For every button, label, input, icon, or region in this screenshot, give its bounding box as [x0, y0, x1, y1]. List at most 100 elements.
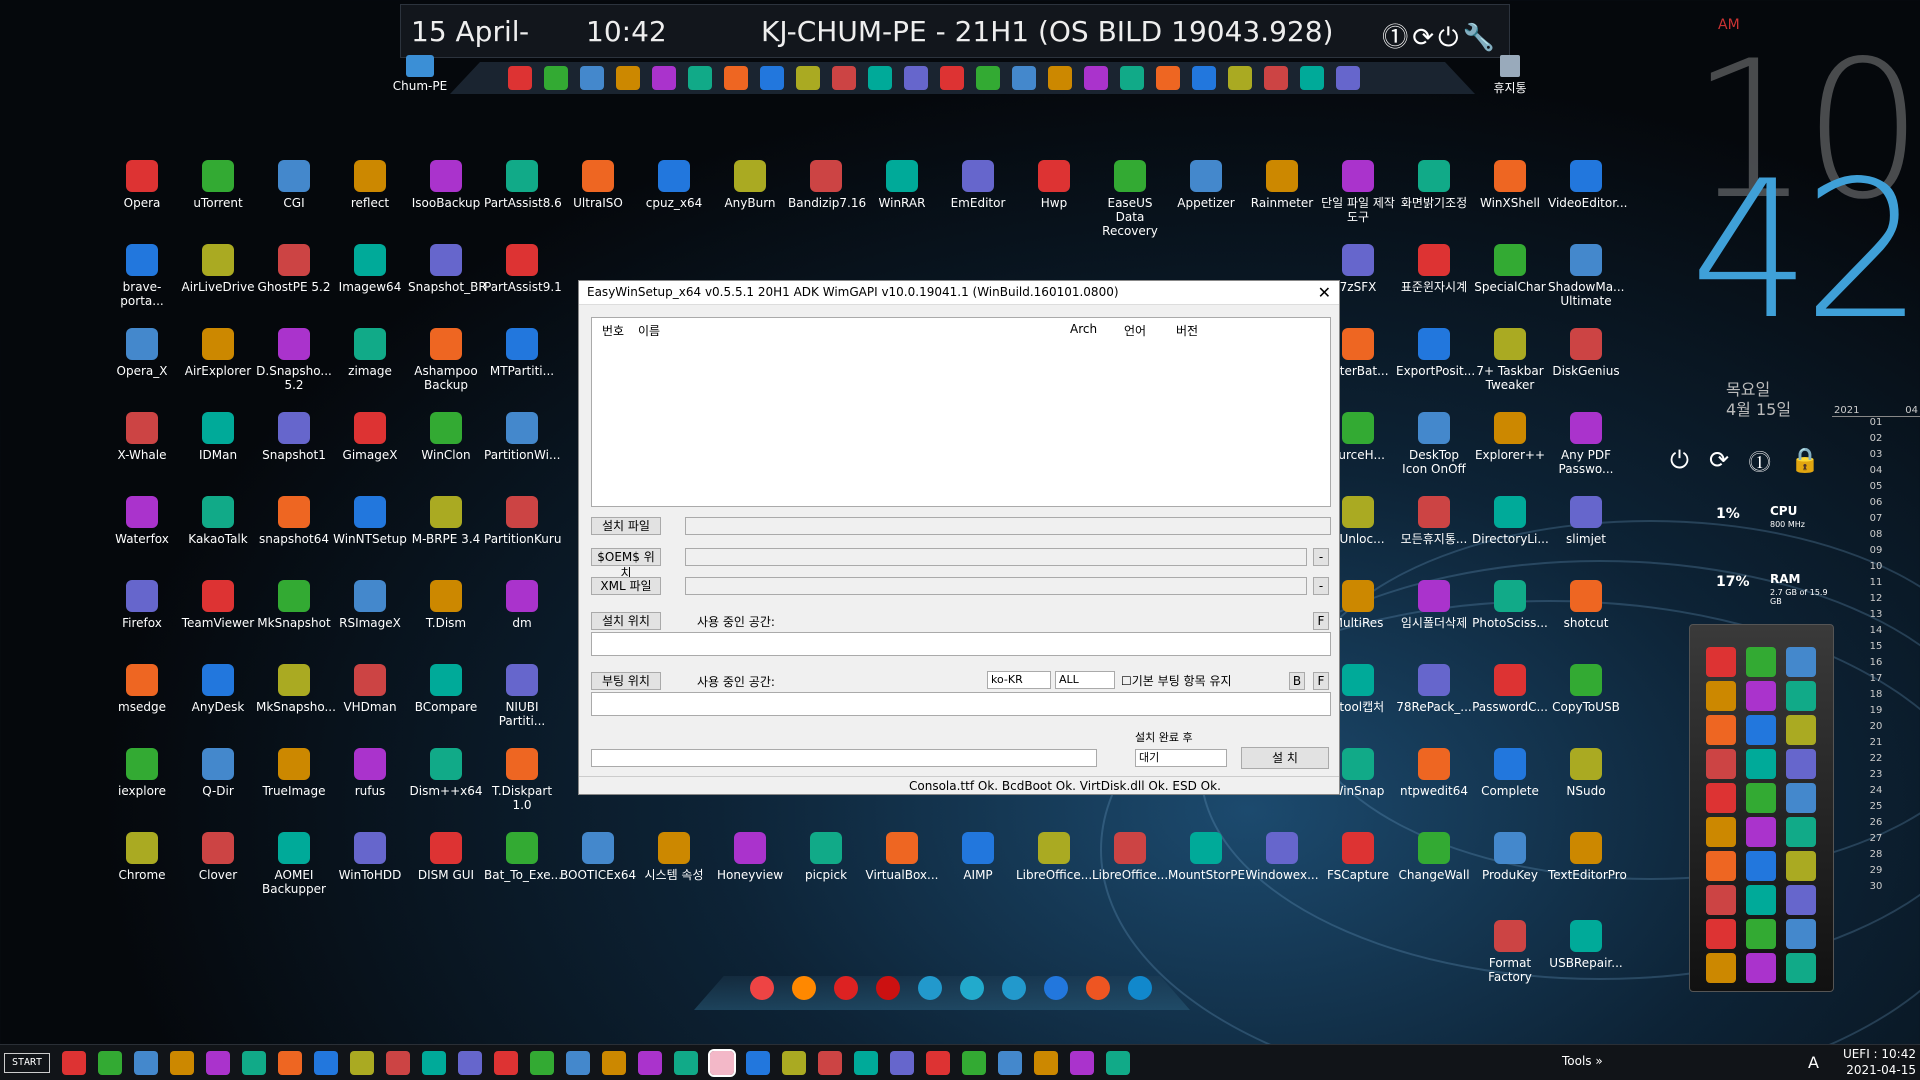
- all-select[interactable]: ALL: [1055, 671, 1115, 689]
- desktop-shortcut[interactable]: Waterfox: [104, 496, 180, 546]
- taskbar-app-icon[interactable]: [926, 1051, 950, 1075]
- desktop-shortcut[interactable]: SpecialChar: [1472, 244, 1548, 294]
- taskbar-app-icon[interactable]: [708, 1049, 736, 1077]
- ime-indicator[interactable]: A: [1808, 1053, 1819, 1072]
- desktop-shortcut[interactable]: ChangeWall: [1396, 832, 1472, 882]
- desktop-shortcut[interactable]: WinNTSetup: [332, 496, 408, 546]
- col-lang[interactable]: 언어: [1124, 322, 1146, 339]
- xml-field[interactable]: [685, 577, 1307, 595]
- dock-icon[interactable]: [1746, 715, 1776, 745]
- desktop-shortcut[interactable]: Opera: [104, 160, 180, 210]
- browser-icon[interactable]: [792, 976, 816, 1000]
- desktop-shortcut[interactable]: EaseUS Data Recovery: [1092, 160, 1168, 238]
- desktop-shortcut[interactable]: Snapshot1: [256, 412, 332, 462]
- quick-launch-icon[interactable]: [1192, 66, 1216, 90]
- desktop-shortcut[interactable]: ShadowMa... Ultimate: [1548, 244, 1625, 308]
- desktop-shortcut[interactable]: rufus: [332, 748, 408, 798]
- desktop-shortcut[interactable]: M-BRPE 3.4: [408, 496, 484, 546]
- desktop-shortcut[interactable]: Complete: [1472, 748, 1548, 798]
- install-partition-list[interactable]: [591, 632, 1331, 656]
- quick-launch-icon[interactable]: [688, 66, 712, 90]
- taskbar-app-icon[interactable]: [458, 1051, 482, 1075]
- close-button[interactable]: ✕: [1318, 283, 1331, 302]
- taskbar-app-icon[interactable]: [890, 1051, 914, 1075]
- browser-icon[interactable]: [1086, 976, 1110, 1000]
- taskbar-app-icon[interactable]: [386, 1051, 410, 1075]
- chum-pe-icon[interactable]: Chum-PE: [385, 55, 455, 93]
- desktop-shortcut[interactable]: 단일 파일 제작 도구: [1320, 160, 1396, 224]
- desktop-shortcut[interactable]: NSudo: [1548, 748, 1624, 798]
- dock-icon[interactable]: [1746, 851, 1776, 881]
- quick-launch-icon[interactable]: [616, 66, 640, 90]
- quick-launch-icon[interactable]: [1228, 66, 1252, 90]
- dock-icon[interactable]: [1786, 783, 1816, 813]
- dock-icon[interactable]: [1746, 647, 1776, 677]
- desktop-shortcut[interactable]: PartitionWi...: [484, 412, 560, 462]
- dock-icon[interactable]: [1706, 885, 1736, 915]
- install-location-button[interactable]: 설치 위치: [591, 612, 661, 630]
- desktop-shortcut[interactable]: PartitionKuru: [484, 496, 561, 546]
- browser-icon[interactable]: [1128, 976, 1152, 1000]
- quick-launch-icon[interactable]: [1120, 66, 1144, 90]
- desktop-shortcut[interactable]: ProduKey: [1472, 832, 1548, 882]
- quick-launch-icon[interactable]: [1300, 66, 1324, 90]
- desktop-shortcut[interactable]: picpick: [788, 832, 864, 882]
- dock-icon[interactable]: [1746, 817, 1776, 847]
- dock-icon[interactable]: [1786, 749, 1816, 779]
- dock-icon[interactable]: [1706, 817, 1736, 847]
- install-file-button[interactable]: 설치 파일: [591, 517, 661, 535]
- dock-icon[interactable]: [1786, 919, 1816, 949]
- desktop-shortcut[interactable]: Bat_To_Exe...: [484, 832, 562, 882]
- browser-icon[interactable]: [1044, 976, 1068, 1000]
- desktop-shortcut[interactable]: BOOTICEx64: [560, 832, 636, 882]
- desktop-shortcut[interactable]: uTorrent: [180, 160, 256, 210]
- quick-launch-icon[interactable]: [868, 66, 892, 90]
- power-controls[interactable]: ⓵⟳⏻🔧: [1382, 17, 1499, 54]
- desktop-shortcut[interactable]: TeamViewer: [180, 580, 256, 630]
- col-num[interactable]: 번호: [602, 322, 624, 339]
- dock-icon[interactable]: [1786, 681, 1816, 711]
- desktop-shortcut[interactable]: TextEditorPro: [1548, 832, 1627, 882]
- desktop-shortcut[interactable]: 임시폴더삭제: [1396, 580, 1472, 630]
- desktop-shortcut[interactable]: Explorer++: [1472, 412, 1548, 462]
- desktop-shortcut[interactable]: WinClon: [408, 412, 484, 462]
- dock-icon[interactable]: [1786, 953, 1816, 983]
- quick-launch-icon[interactable]: [760, 66, 784, 90]
- dock-icon[interactable]: [1746, 919, 1776, 949]
- desktop-shortcut[interactable]: zimage: [332, 328, 408, 378]
- desktop-shortcut[interactable]: IDMan: [180, 412, 256, 462]
- desktop-shortcut[interactable]: DeskTop Icon OnOff: [1396, 412, 1472, 476]
- dock-icon[interactable]: [1786, 647, 1816, 677]
- desktop-shortcut[interactable]: 화면밝기조정: [1396, 160, 1472, 210]
- desktop-shortcut[interactable]: KakaoTalk: [180, 496, 256, 546]
- f-button-2[interactable]: F: [1313, 672, 1329, 690]
- desktop-shortcut[interactable]: GhostPE 5.2: [256, 244, 332, 294]
- desktop-shortcut[interactable]: 시스템 속성: [636, 832, 712, 882]
- dock-icon[interactable]: [1706, 647, 1736, 677]
- desktop-shortcut[interactable]: AirExplorer: [180, 328, 256, 378]
- dock-icon[interactable]: [1706, 783, 1736, 813]
- desktop-shortcut[interactable]: VideoEditor...: [1548, 160, 1627, 210]
- desktop-shortcut[interactable]: Clover: [180, 832, 256, 882]
- quick-launch-icon[interactable]: [904, 66, 928, 90]
- desktop-shortcut[interactable]: Imagew64: [332, 244, 408, 294]
- quick-launch-icon[interactable]: [1264, 66, 1288, 90]
- taskbar-app-icon[interactable]: [422, 1051, 446, 1075]
- oem-clear-button[interactable]: -: [1313, 548, 1329, 566]
- recycle-bin-icon[interactable]: 휴지통: [1480, 55, 1540, 96]
- desktop-shortcut[interactable]: MkSnapsho...: [256, 664, 336, 714]
- desktop-shortcut[interactable]: CGI: [256, 160, 332, 210]
- desktop-shortcut[interactable]: Firefox: [104, 580, 180, 630]
- quick-launch-icon[interactable]: [508, 66, 532, 90]
- taskbar-app-icon[interactable]: [98, 1051, 122, 1075]
- image-list[interactable]: 번호 이름 Arch 언어 버전: [591, 317, 1331, 507]
- after-install-select[interactable]: 대기: [1135, 749, 1227, 767]
- keep-boot-checkbox[interactable]: ☐기본 부팅 항목 유지: [1121, 672, 1232, 689]
- desktop-shortcut[interactable]: Format Factory: [1472, 920, 1548, 984]
- boot-location-button[interactable]: 부팅 위치: [591, 672, 661, 690]
- quick-launch-icon[interactable]: [1048, 66, 1072, 90]
- desktop-shortcut[interactable]: DiskGenius: [1548, 328, 1624, 378]
- b-button[interactable]: B: [1289, 672, 1305, 690]
- desktop-shortcut[interactable]: WinToHDD: [332, 832, 408, 882]
- desktop-shortcut[interactable]: Any PDF Passwo...: [1548, 412, 1624, 476]
